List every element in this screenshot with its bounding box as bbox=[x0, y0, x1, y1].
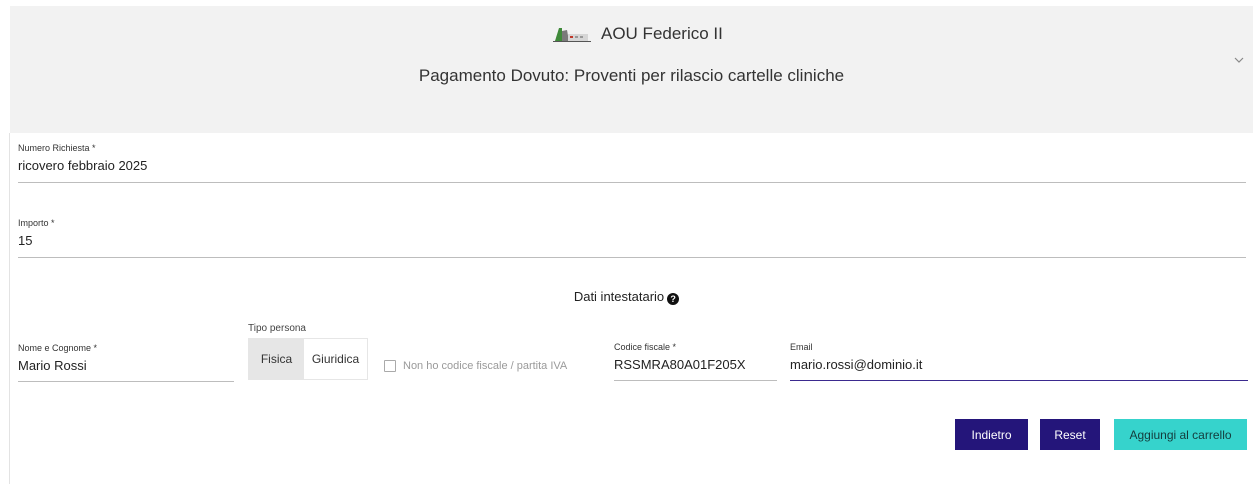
section-title: Dati intestatario? bbox=[0, 289, 1253, 305]
nome-cognome-field[interactable]: Nome e Cognome * Mario Rossi bbox=[18, 343, 234, 382]
importo-field[interactable]: Importo * 15 bbox=[18, 218, 1246, 258]
chevron-down-icon[interactable] bbox=[1233, 54, 1245, 66]
question-circle-icon[interactable]: ? bbox=[667, 293, 680, 305]
tipo-persona-label: Tipo persona bbox=[248, 323, 306, 334]
codice-fiscale-field[interactable]: Codice fiscale * RSSMRA80A01F205X bbox=[614, 342, 777, 381]
tipo-persona-toggle[interactable]: Fisica Giuridica bbox=[248, 338, 368, 380]
email-input[interactable]: mario.rossi@dominio.it bbox=[790, 357, 1248, 372]
payment-subject: Pagamento Dovuto: Proventi per rilascio … bbox=[418, 66, 845, 85]
no-codice-fiscale-checkbox[interactable] bbox=[384, 360, 396, 372]
reset-button[interactable]: Reset bbox=[1040, 419, 1100, 450]
numero-richiesta-field[interactable]: Numero Richiesta * ricovero febbraio 202… bbox=[18, 143, 1246, 183]
importo-underline bbox=[18, 257, 1246, 258]
page-header: AOU Federico II Pagamento Dovuto: Proven… bbox=[10, 6, 1253, 133]
importo-input[interactable]: 15 bbox=[18, 233, 1246, 248]
numero-richiesta-input[interactable]: ricovero febbraio 2025 bbox=[18, 158, 1246, 173]
no-codice-fiscale-label: Non ho codice fiscale / partita IVA bbox=[403, 360, 568, 372]
brand: AOU Federico II bbox=[553, 24, 723, 44]
form-border bbox=[9, 133, 10, 484]
nome-cognome-label: Nome e Cognome * bbox=[18, 343, 98, 353]
tipo-fisica-option[interactable]: Fisica bbox=[249, 339, 304, 379]
tipo-giuridica-option[interactable]: Giuridica bbox=[304, 339, 367, 379]
nome-cognome-underline bbox=[18, 381, 234, 382]
add-to-cart-button[interactable]: Aggiungi al carrello bbox=[1114, 419, 1247, 450]
numero-richiesta-underline bbox=[18, 182, 1246, 183]
numero-richiesta-label: Numero Richiesta * bbox=[18, 143, 96, 153]
codice-fiscale-underline bbox=[614, 380, 777, 381]
back-button[interactable]: Indietro bbox=[955, 419, 1028, 450]
email-field[interactable]: Email mario.rossi@dominio.it bbox=[790, 342, 1248, 381]
section-title-text: Dati intestatario bbox=[573, 289, 665, 304]
codice-fiscale-input[interactable]: RSSMRA80A01F205X bbox=[614, 357, 777, 372]
nome-cognome-input[interactable]: Mario Rossi bbox=[18, 358, 234, 373]
hospital-logo-icon bbox=[553, 28, 591, 42]
no-codice-fiscale-row[interactable]: Non ho codice fiscale / partita IVA bbox=[384, 360, 567, 372]
importo-label: Importo * bbox=[18, 218, 55, 228]
email-underline bbox=[790, 379, 1248, 381]
codice-fiscale-label: Codice fiscale * bbox=[614, 342, 677, 352]
email-label: Email bbox=[790, 342, 813, 352]
org-name: AOU Federico II bbox=[601, 24, 723, 43]
